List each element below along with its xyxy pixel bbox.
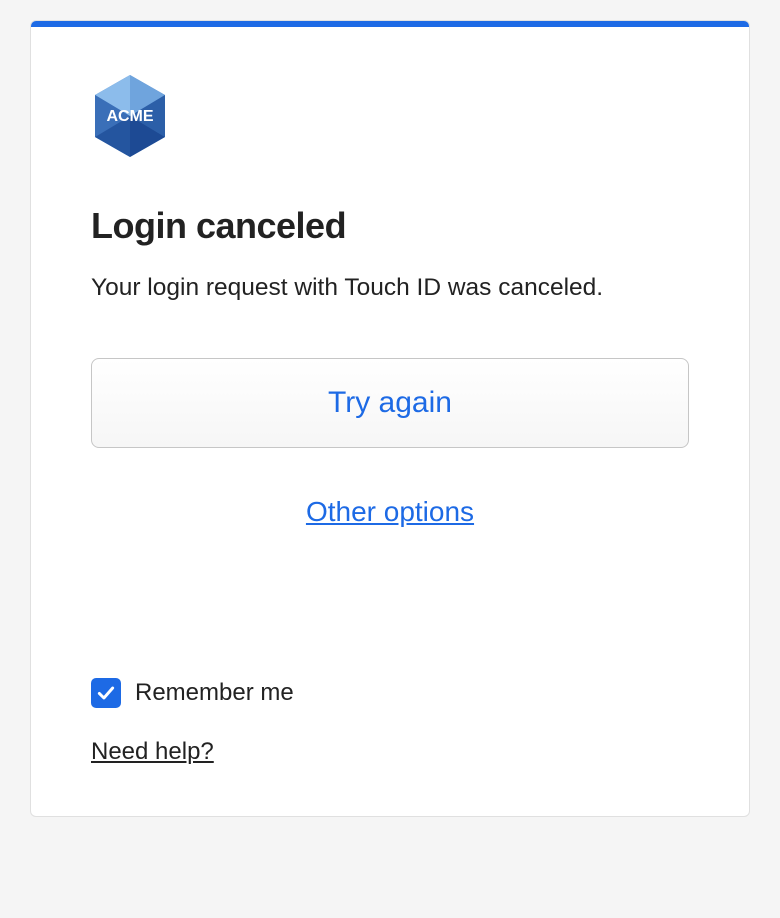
- card-content: ACME Login canceled Your login request w…: [31, 27, 749, 816]
- need-help-link[interactable]: Need help?: [91, 738, 214, 766]
- page-heading: Login canceled: [91, 205, 689, 247]
- remember-me-row: Remember me: [91, 678, 689, 708]
- other-options-link[interactable]: Other options: [306, 496, 474, 527]
- remember-me-checkbox[interactable]: [91, 678, 121, 708]
- brand-logo-text: ACME: [106, 108, 153, 125]
- remember-me-label: Remember me: [135, 679, 294, 707]
- login-card: ACME Login canceled Your login request w…: [30, 20, 750, 817]
- brand-logo: ACME: [91, 71, 169, 161]
- status-message: Your login request with Touch ID was can…: [91, 271, 689, 304]
- brand-logo-wrap: ACME: [91, 71, 689, 161]
- try-again-button[interactable]: Try again: [91, 358, 689, 448]
- other-options-row: Other options: [91, 496, 689, 528]
- check-icon: [96, 683, 116, 703]
